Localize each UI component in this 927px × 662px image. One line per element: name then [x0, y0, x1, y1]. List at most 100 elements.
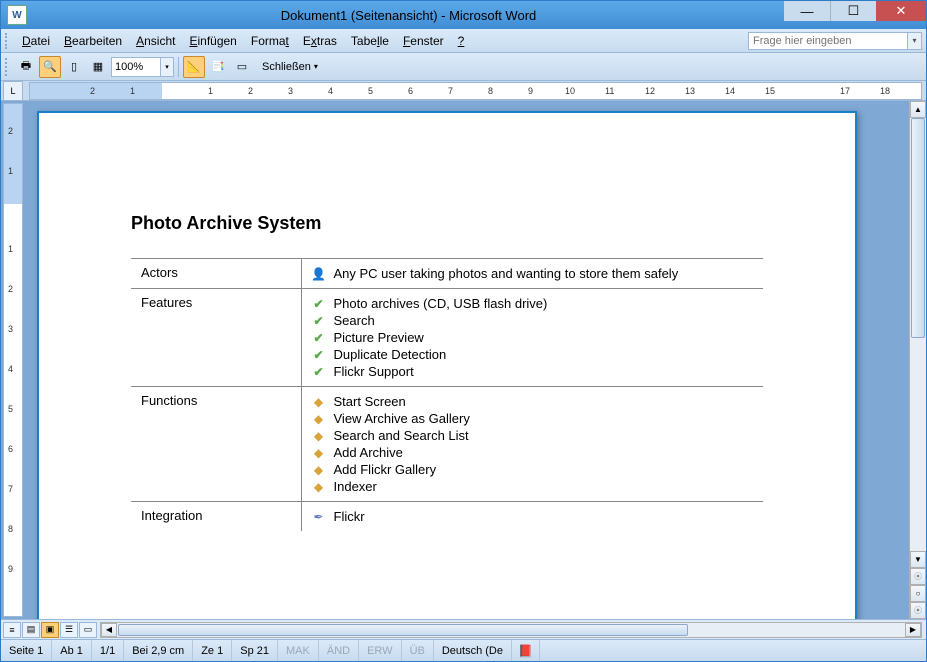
- question-box: ▾: [471, 32, 922, 50]
- item-text: Search and Search List: [334, 428, 469, 443]
- status-ze: Ze 1: [193, 640, 232, 661]
- check-icon: ✔: [312, 314, 326, 328]
- fullscreen-button[interactable]: ▭: [231, 56, 253, 78]
- shrink-fit-button[interactable]: 📑: [207, 56, 229, 78]
- item-text: View Archive as Gallery: [334, 411, 470, 426]
- menu-format[interactable]: Format: [244, 31, 296, 51]
- outline-view-button[interactable]: ☰: [60, 622, 78, 638]
- item-text: Add Archive: [334, 445, 403, 460]
- check-icon: ✔: [312, 331, 326, 345]
- list-item: ✔ Search: [312, 312, 754, 329]
- scroll-thumb[interactable]: [911, 118, 925, 338]
- scroll-up-button[interactable]: ▲: [910, 101, 926, 118]
- scroll-thumb-h[interactable]: [118, 624, 688, 636]
- browse-object-button[interactable]: ○: [910, 585, 926, 602]
- menu-einfuegen[interactable]: Einfügen: [182, 31, 243, 51]
- document-area: 2 1 1 2 3 4 5 6 7 8 9 Photo Archive Syst…: [1, 101, 926, 619]
- minimize-button[interactable]: —: [784, 1, 830, 21]
- tab-selector[interactable]: L: [3, 81, 23, 101]
- spellcheck-icon[interactable]: 📕: [512, 640, 540, 661]
- titlebar: W Dokument1 (Seitenansicht) - Microsoft …: [1, 1, 926, 29]
- next-page-button[interactable]: ⦿: [910, 602, 926, 619]
- printer-icon: 🖶: [21, 57, 31, 76]
- menu-datei[interactable]: Datei: [15, 31, 57, 51]
- status-and[interactable]: ÄND: [319, 640, 359, 661]
- chevron-down-icon: ▾: [314, 62, 318, 71]
- window-title: Dokument1 (Seitenansicht) - Microsoft Wo…: [33, 8, 784, 23]
- item-text: Duplicate Detection: [334, 347, 447, 362]
- list-item: 👤 Any PC user taking photos and wanting t…: [312, 265, 754, 282]
- zoom-dropdown[interactable]: ▾: [161, 57, 174, 77]
- cube-icon: ◆: [312, 446, 326, 460]
- check-icon: ✔: [312, 297, 326, 311]
- close-preview-button[interactable]: Schließen▾: [255, 56, 325, 78]
- vertical-ruler[interactable]: 2 1 1 2 3 4 5 6 7 8 9: [3, 103, 23, 617]
- item-text: Search: [334, 313, 375, 328]
- scroll-track[interactable]: [910, 118, 926, 551]
- row-items: 👤 Any PC user taking photos and wanting t…: [301, 259, 763, 289]
- menu-help[interactable]: ?: [451, 31, 472, 51]
- item-text: Indexer: [334, 479, 377, 494]
- horizontal-scrollbar[interactable]: ◀ ▶: [100, 622, 922, 638]
- question-input[interactable]: [748, 32, 908, 50]
- ruler-row: L // ticks rendered below after data loa…: [1, 81, 926, 101]
- status-lang[interactable]: Deutsch (De: [434, 640, 512, 661]
- close-window-button[interactable]: ✕: [876, 1, 926, 21]
- item-text: Start Screen: [334, 394, 406, 409]
- list-item: ◆ View Archive as Gallery: [312, 410, 754, 427]
- scroll-right-button[interactable]: ▶: [905, 623, 921, 637]
- app-icon: W: [7, 5, 27, 25]
- cube-icon: ◆: [312, 412, 326, 426]
- scroll-left-button[interactable]: ◀: [101, 623, 117, 637]
- scroll-down-button[interactable]: ▼: [910, 551, 926, 568]
- list-item: ✔Picture Preview: [312, 329, 754, 346]
- question-dropdown[interactable]: ▾: [908, 32, 922, 50]
- vertical-scrollbar[interactable]: ▲ ▼ ⦿ ○ ⦿: [909, 101, 926, 619]
- cube-icon: ◆: [312, 429, 326, 443]
- zoom-combo: ▾: [111, 57, 174, 77]
- menu-fenster[interactable]: Fenster: [396, 31, 451, 51]
- toolbar-grip[interactable]: [5, 58, 11, 76]
- page: Photo Archive System Actors 👤 Any PC user …: [37, 111, 857, 619]
- app-window: W Dokument1 (Seitenansicht) - Microsoft …: [0, 0, 927, 662]
- item-text: Flickr: [334, 509, 365, 524]
- view-row: ≡ ▤ ▣ ☰ ▭ ◀ ▶: [1, 619, 926, 639]
- zoom-input[interactable]: [111, 57, 161, 77]
- item-text: Add Flickr Gallery: [334, 462, 437, 477]
- item-text: Flickr Support: [334, 364, 414, 379]
- reading-view-button[interactable]: ▭: [79, 622, 97, 638]
- cube-icon: ◆: [312, 395, 326, 409]
- menu-bearbeiten[interactable]: Bearbeiten: [57, 31, 129, 51]
- row-label: Functions: [131, 387, 301, 502]
- document-heading: Photo Archive System: [131, 213, 763, 234]
- row-label: Actors: [131, 259, 301, 289]
- row-items: ✒Flickr: [301, 502, 763, 532]
- menubar: Datei Bearbeiten Ansicht Einfügen Format…: [1, 29, 926, 53]
- actor-icon: 👤: [312, 267, 326, 281]
- menubar-grip[interactable]: [5, 33, 11, 49]
- normal-view-button[interactable]: ≡: [3, 622, 21, 638]
- ruler-toggle-button[interactable]: 📐: [183, 56, 205, 78]
- status-erw[interactable]: ERW: [359, 640, 401, 661]
- menu-tabelle[interactable]: Tabelle: [344, 31, 396, 51]
- magnifier-icon: 🔍: [43, 60, 57, 73]
- status-mak[interactable]: MAK: [278, 640, 319, 661]
- multi-page-icon: ▦: [93, 60, 103, 73]
- document-viewport[interactable]: Photo Archive System Actors 👤 Any PC user …: [23, 101, 909, 619]
- web-view-button[interactable]: ▤: [22, 622, 40, 638]
- prev-page-button[interactable]: ⦿: [910, 568, 926, 585]
- toolbar-separator: [178, 57, 179, 77]
- maximize-button[interactable]: ☐: [830, 1, 876, 21]
- horizontal-ruler[interactable]: // ticks rendered below after data load …: [29, 82, 922, 100]
- print-view-button[interactable]: ▣: [41, 622, 59, 638]
- menu-extras[interactable]: Extras: [296, 31, 344, 51]
- print-button[interactable]: 🖶: [15, 56, 37, 78]
- menu-ansicht[interactable]: Ansicht: [129, 31, 182, 51]
- status-ub[interactable]: ÜB: [402, 640, 434, 661]
- check-icon: ✔: [312, 365, 326, 379]
- multi-page-button[interactable]: ▦: [87, 56, 109, 78]
- item-text: Any PC user taking photos and wanting to…: [334, 266, 679, 281]
- row-items: ✔Photo archives (CD, USB flash drive)✔Se…: [301, 289, 763, 387]
- magnifier-button[interactable]: 🔍: [39, 56, 61, 78]
- one-page-button[interactable]: ▯: [63, 56, 85, 78]
